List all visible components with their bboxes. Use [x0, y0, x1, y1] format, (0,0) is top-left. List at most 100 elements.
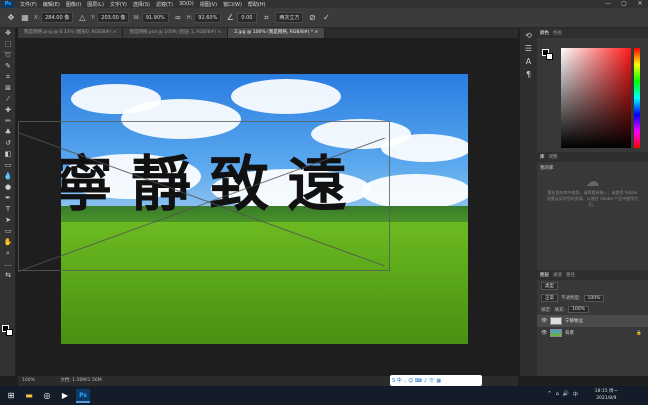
eraser-tool-icon[interactable]: ◧: [0, 149, 16, 160]
angle-input[interactable]: 0.00: [237, 12, 258, 23]
color-picker-field[interactable]: [561, 48, 631, 148]
menu-help[interactable]: 帮助(H): [248, 1, 266, 8]
opacity-input[interactable]: 100%: [583, 294, 605, 302]
delta-icon[interactable]: △: [77, 13, 87, 23]
history-brush-icon[interactable]: ↺: [0, 138, 16, 149]
tray-arrow-icon[interactable]: ^: [547, 391, 551, 398]
w-label: W:: [133, 14, 140, 21]
layer-row[interactable]: 👁 背景 🔒: [537, 327, 648, 339]
library-name[interactable]: 我的库: [537, 162, 648, 174]
language-indicator[interactable]: 中: [573, 391, 578, 398]
layer-name[interactable]: 宁静致远: [565, 318, 583, 324]
quick-select-tool-icon[interactable]: ✎: [0, 61, 16, 72]
w-input[interactable]: 91.90%: [141, 12, 169, 23]
minimize-button[interactable]: —: [600, 0, 616, 8]
crop-tool-icon[interactable]: ⌗: [0, 72, 16, 83]
tab-paths[interactable]: 路径: [566, 272, 575, 278]
menu-type[interactable]: 文字(Y): [110, 1, 127, 8]
tab-swatches[interactable]: 色板: [553, 30, 562, 36]
photoshop-task-icon[interactable]: Ps: [76, 388, 90, 403]
menu-image[interactable]: 图像(I): [66, 1, 81, 8]
y-input[interactable]: 203.00 像: [97, 12, 130, 23]
pen-tool-icon[interactable]: ✒: [0, 193, 16, 204]
gradient-tool-icon[interactable]: ▭: [0, 160, 16, 171]
tab-document-3[interactable]: 2.jpg @ 100% (我是网络, RGB/8#) * ×: [228, 28, 326, 38]
network-icon[interactable]: ⌂: [556, 391, 559, 398]
swap-colors-icon[interactable]: ⇆: [0, 270, 16, 281]
dodge-tool-icon[interactable]: ●: [0, 182, 16, 193]
ime-status[interactable]: S 中 ·, ☺ ⌨ ♪ 👕 ▦: [392, 377, 441, 384]
menu-bar: Ps 文件(F) 编辑(E) 图像(I) 图层(L) 文字(Y) 选择(S) 滤…: [0, 0, 648, 8]
volume-icon[interactable]: 🔊: [563, 391, 569, 398]
menu-layer[interactable]: 图层(L): [87, 1, 104, 8]
commit-icon[interactable]: ✓: [321, 13, 331, 23]
tab-libraries[interactable]: 库: [540, 154, 545, 160]
cloud-library-icon: ☁: [585, 174, 600, 190]
zoom-level[interactable]: 100%: [22, 378, 35, 383]
eye-icon[interactable]: 👁: [541, 330, 547, 336]
brush-tool-icon[interactable]: ✏: [0, 116, 16, 127]
x-input[interactable]: 284.00 像: [41, 12, 74, 23]
move-tool-icon[interactable]: ✥: [0, 28, 16, 39]
tab-layers[interactable]: 图层: [540, 272, 549, 278]
tab-document-2[interactable]: 我是网络.psd @ 100% (图层 1, RGB/8#) ×: [123, 28, 229, 38]
path-select-icon[interactable]: ➤: [0, 215, 16, 226]
taskbar-clock[interactable]: 18:15 周一 2021/8/9: [595, 386, 618, 402]
ime-toolbar[interactable]: S 中 ·, ☺ ⌨ ♪ 👕 ▦: [390, 375, 482, 386]
layer-kind-filter[interactable]: 类型: [541, 282, 558, 290]
marquee-tool-icon[interactable]: ⬚: [0, 39, 16, 50]
frame-tool-icon[interactable]: ⊠: [0, 83, 16, 94]
type-tool-icon[interactable]: T: [0, 204, 16, 215]
fill-input[interactable]: 100%: [568, 306, 589, 313]
tab-adjustments[interactable]: 调整: [549, 154, 558, 160]
background-color-swatch[interactable]: [6, 329, 13, 336]
blur-tool-icon[interactable]: 💧: [0, 171, 16, 182]
interpolation-select[interactable]: 两次立方: [275, 12, 304, 23]
tools-panel: ✥ ⬚ ➰ ✎ ⌗ ⊠ ⁄ ✚ ✏ ♣ ↺ ◧ ▭ 💧 ● ✒ T ➤ ▭ ✋ …: [0, 28, 16, 376]
move-tool-icon[interactable]: ✥: [6, 13, 16, 23]
clock-time: 18:15 周一: [594, 389, 618, 394]
history-panel-icon[interactable]: ⟲: [524, 31, 534, 41]
menu-filter[interactable]: 滤镜(T): [156, 1, 173, 8]
canvas-area[interactable]: 寧靜致遠: [17, 38, 518, 376]
h-input[interactable]: 92.60%: [194, 12, 222, 23]
document-tabs: 我是网络.png @ 8.33% (图层0, RGB/8#) × 我是网络.ps…: [18, 28, 518, 38]
media-icon[interactable]: ▶: [58, 389, 72, 403]
hue-slider[interactable]: [634, 48, 640, 148]
file-explorer-icon[interactable]: ▬: [22, 389, 36, 403]
menu-view[interactable]: 视图(V): [200, 1, 217, 8]
cancel-icon[interactable]: ⊘: [307, 13, 317, 23]
maximize-button[interactable]: ▢: [616, 0, 632, 8]
character-panel-icon[interactable]: A: [524, 57, 534, 67]
layer-row[interactable]: 👁 宁静致远: [537, 315, 648, 327]
reference-point-icon[interactable]: ▦: [20, 13, 30, 23]
panel-background-swatch[interactable]: [546, 53, 553, 60]
layer-name[interactable]: 背景: [565, 330, 574, 336]
healing-tool-icon[interactable]: ✚: [0, 105, 16, 116]
properties-panel-icon[interactable]: ☰: [524, 44, 534, 54]
blend-mode-select[interactable]: 正常: [541, 294, 558, 302]
stamp-tool-icon[interactable]: ♣: [0, 127, 16, 138]
link-icon[interactable]: ∞: [173, 13, 183, 23]
tab-color[interactable]: 颜色: [540, 30, 549, 36]
menu-file[interactable]: 文件(F): [20, 1, 37, 8]
eye-icon[interactable]: 👁: [541, 318, 547, 324]
lasso-tool-icon[interactable]: ➰: [0, 50, 16, 61]
rectangle-tool-icon[interactable]: ▭: [0, 226, 16, 237]
windows-start-icon[interactable]: ⊞: [4, 389, 18, 403]
menu-edit[interactable]: 编辑(E): [43, 1, 60, 8]
eyedropper-tool-icon[interactable]: ⁄: [0, 94, 16, 105]
warp-icon[interactable]: ⌗: [261, 13, 271, 23]
menu-select[interactable]: 选择(S): [133, 1, 150, 8]
zoom-tool-icon[interactable]: ⌕: [0, 248, 16, 259]
menu-3d[interactable]: 3D(D): [179, 1, 194, 7]
tab-document-1[interactable]: 我是网络.png @ 8.33% (图层0, RGB/8#) ×: [18, 28, 124, 38]
paragraph-panel-icon[interactable]: ¶: [524, 70, 534, 80]
close-button[interactable]: ✕: [632, 0, 648, 8]
menu-window[interactable]: 窗口(W): [223, 1, 242, 8]
cloud: [231, 79, 341, 114]
hand-tool-icon[interactable]: ✋: [0, 237, 16, 248]
browser-icon[interactable]: ◎: [40, 389, 54, 403]
tab-channels[interactable]: 通道: [553, 272, 562, 278]
more-tools-icon[interactable]: …: [0, 259, 16, 270]
